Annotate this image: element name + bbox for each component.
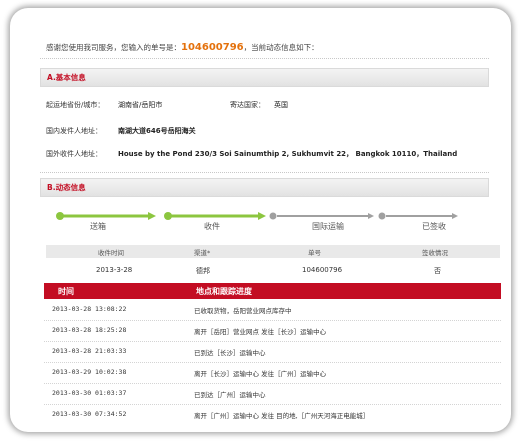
tracking-time: 2013-03-30 01:03:37 — [52, 389, 127, 397]
tracking-header-progress: 地点和跟踪进度 — [196, 287, 252, 296]
table-cell: 104600796 — [302, 266, 343, 274]
step-dot — [56, 212, 64, 220]
receiver-row: 国外收件人地址： House by the Pond 230/3 Soi Sain… — [46, 149, 457, 159]
sender-row: 国内发件人地址： 南湖大道646号岳阳海关 — [46, 126, 196, 136]
progress-arrow — [148, 212, 156, 220]
column-header: 签收情况 — [422, 249, 448, 257]
table-row: 2013-3-28 德邦 104600796 否 — [46, 261, 500, 277]
column-header: 收件时间 — [98, 249, 124, 257]
tracking-desc: 已到达［广州］运输中心 — [194, 391, 266, 399]
progress-track — [56, 212, 458, 220]
dest-label: 寄达国家： — [230, 101, 265, 109]
step-label: 送箱 — [90, 222, 106, 231]
tracking-row: 2013-03-28 18:25:28 离开［岳阳］营业网点 发往［长沙］运输中… — [44, 321, 501, 342]
tracking-desc: 已收取货物，岳阳营业网点库存中 — [194, 307, 292, 315]
tracking-header-time: 时间 — [58, 287, 74, 296]
tracking-row: 2013-03-30 07:34:52 离开［广州］运输中心 发往 目的地,［广… — [44, 405, 501, 425]
section-a-header: A.基本信息 — [40, 68, 489, 87]
step-dot — [269, 212, 277, 220]
step-label: 已签收 — [422, 222, 446, 231]
tracking-row: 2013-03-28 13:08:22 已收取货物，岳阳营业网点库存中 — [44, 300, 501, 321]
section-b-header: B.动态信息 — [40, 178, 489, 197]
sender-label: 国内发件人地址： — [46, 127, 102, 135]
receiver-label: 国外收件人地址： — [46, 150, 102, 158]
tracking-number: 104600796 — [181, 42, 244, 53]
origin-row: 起运地省份/城市： 湖南省/岳阳市 — [46, 100, 162, 110]
table-cell: 2013-3-28 — [96, 266, 133, 274]
section-a-title: A.基本信息 — [47, 73, 86, 82]
step-dot — [378, 212, 386, 220]
column-header: 单号 — [308, 249, 321, 257]
intro-text: 感谢您使用我司服务，您输入的单号是：104600796，当前动态信息如下： — [46, 42, 319, 53]
intro-prefix: 感谢您使用我司服务，您输入的单号是： — [46, 43, 181, 52]
tracking-time: 2013-03-29 10:02:38 — [52, 368, 127, 376]
step-label: 国际运输 — [312, 222, 344, 231]
table-cell: 德邦 — [196, 267, 210, 275]
sender-value: 南湖大道646号岳阳海关 — [118, 127, 196, 135]
tracking-desc: 离开［长沙］运输中心 发往［广州］运输中心 — [194, 370, 327, 378]
tracking-time: 2013-03-28 21:03:33 — [52, 347, 127, 355]
dest-row: 寄达国家： 英国 — [230, 100, 288, 110]
result-card: 感谢您使用我司服务，您输入的单号是：104600796，当前动态信息如下： A.… — [10, 8, 511, 432]
table-header: 收件时间 渠道* 单号 签收情况 — [46, 245, 500, 258]
tracking-desc: 离开［岳阳］营业网点 发往［长沙］运输中心 — [194, 328, 327, 336]
origin-value: 湖南省/岳阳市 — [118, 101, 163, 109]
tracking-header: 时间 地点和跟踪进度 — [44, 283, 501, 299]
step-label: 收件 — [204, 222, 220, 231]
tracking-time: 2013-03-28 18:25:28 — [52, 326, 127, 334]
intro-suffix: ，当前动态信息如下： — [243, 43, 319, 52]
receiver-value: House by the Pond 230/3 Soi Sainumthip 2… — [118, 150, 458, 158]
tracking-row: 2013-03-30 01:03:37 已到达［广州］运输中心 — [44, 384, 501, 405]
column-header: 渠道* — [194, 249, 211, 257]
tracking-time: 2013-03-30 07:34:52 — [52, 410, 127, 418]
tracking-row: 2013-03-28 21:03:33 已到达［长沙］运输中心 — [44, 342, 501, 363]
section-b-title: B.动态信息 — [47, 183, 86, 192]
dest-value: 英国 — [274, 101, 288, 109]
table-cell: 否 — [434, 267, 441, 275]
tracking-desc: 已到达［长沙］运输中心 — [194, 349, 266, 357]
divider — [40, 58, 489, 59]
progress-arrow — [258, 212, 266, 220]
origin-label: 起运地省份/城市： — [46, 101, 105, 109]
divider — [40, 172, 489, 173]
tracking-time: 2013-03-28 13:08:22 — [52, 305, 127, 313]
progress-arrow — [368, 213, 374, 219]
tracking-row: 2013-03-29 10:02:38 离开［长沙］运输中心 发往［广州］运输中… — [44, 363, 501, 384]
progress-arrow — [452, 213, 458, 219]
tracking-desc: 离开［广州］运输中心 发往 目的地,［广州天河海正电能城］ — [194, 412, 370, 420]
